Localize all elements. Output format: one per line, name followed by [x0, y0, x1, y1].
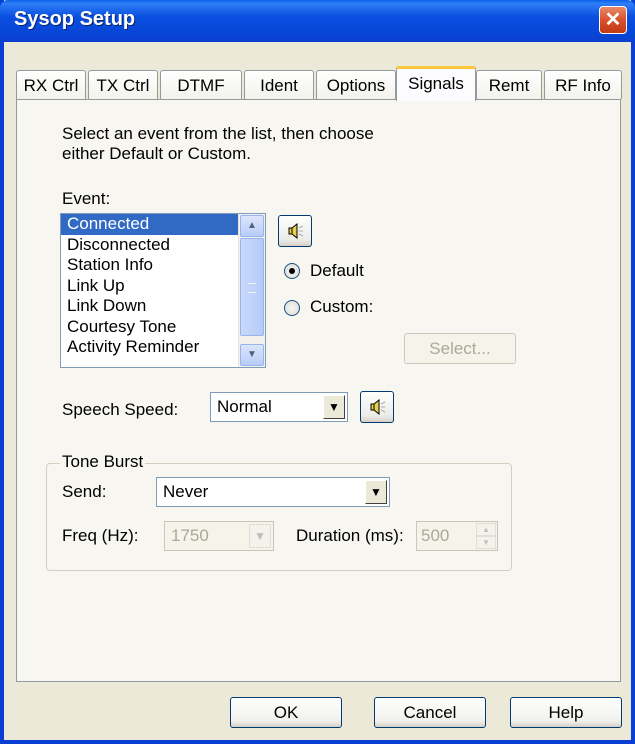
list-item[interactable]: Courtesy Tone: [61, 317, 265, 338]
cancel-button[interactable]: Cancel: [374, 697, 486, 728]
instructions-line-1: Select an event from the list, then choo…: [62, 124, 374, 143]
close-button[interactable]: ✕: [599, 6, 627, 34]
list-item[interactable]: Link Up: [61, 276, 265, 297]
speaker-icon: [370, 399, 386, 415]
tab-options[interactable]: Options: [316, 70, 396, 99]
send-value: Never: [163, 482, 209, 501]
grip-icon: [248, 283, 256, 293]
speech-speed-select[interactable]: Normal ▼: [210, 392, 348, 422]
tone-burst-label: Tone Burst: [60, 452, 146, 472]
freq-select[interactable]: 1750 ▼: [164, 521, 274, 551]
instructions-line-2: either Default or Custom.: [62, 144, 251, 163]
duration-label: Duration (ms):: [296, 526, 404, 545]
ok-button[interactable]: OK: [230, 697, 342, 728]
speaker-icon: [288, 223, 304, 239]
custom-radio[interactable]: [284, 300, 300, 316]
event-list-scrollbar[interactable]: ▲ ▼: [238, 214, 265, 367]
duration-spinner[interactable]: 500 ▲ ▼: [416, 521, 498, 551]
scroll-down-button[interactable]: ▼: [240, 344, 264, 366]
tab-rx-ctrl[interactable]: RX Ctrl: [16, 70, 86, 99]
list-item[interactable]: Connected: [61, 214, 265, 235]
close-icon: ✕: [604, 9, 622, 31]
help-button[interactable]: Help: [510, 697, 622, 728]
tab-remt[interactable]: Remt: [476, 70, 542, 99]
tab-signals[interactable]: Signals: [396, 66, 476, 101]
chevron-down-icon[interactable]: ▼: [365, 480, 387, 504]
speech-speed-value: Normal: [217, 397, 272, 416]
list-item[interactable]: Station Info: [61, 255, 265, 276]
chevron-up-icon: ▲: [247, 220, 257, 231]
title-bar[interactable]: Sysop Setup ✕: [0, 0, 635, 42]
chevron-down-icon: ▼: [247, 349, 257, 360]
list-item[interactable]: Disconnected: [61, 235, 265, 256]
list-item[interactable]: Activity Reminder: [61, 337, 265, 358]
list-item[interactable]: Link Down: [61, 296, 265, 317]
spin-up-icon[interactable]: ▲: [476, 523, 496, 536]
select-button[interactable]: Select...: [404, 333, 516, 364]
play-speech-button[interactable]: [360, 391, 394, 423]
freq-label: Freq (Hz):: [62, 526, 139, 545]
tab-ident[interactable]: Ident: [244, 70, 314, 99]
speech-speed-label: Speech Speed:: [62, 400, 179, 419]
tab-rf-info[interactable]: RF Info: [544, 70, 622, 99]
chevron-down-icon[interactable]: ▼: [249, 524, 271, 548]
send-select[interactable]: Never ▼: [156, 477, 390, 507]
tab-dtmf[interactable]: DTMF: [160, 70, 242, 99]
window-title: Sysop Setup: [14, 8, 136, 30]
duration-value: 500: [421, 526, 450, 545]
custom-radio-label: Custom:: [310, 297, 374, 316]
play-event-sound-button[interactable]: [278, 215, 312, 247]
signals-panel: [16, 99, 621, 682]
default-radio[interactable]: [284, 263, 300, 279]
send-label: Send:: [62, 482, 107, 501]
tab-tx-ctrl[interactable]: TX Ctrl: [88, 70, 158, 99]
event-list[interactable]: Connected Disconnected Station Info Link…: [60, 213, 266, 368]
chevron-down-icon[interactable]: ▼: [323, 395, 345, 419]
spin-down-icon[interactable]: ▼: [476, 536, 496, 549]
scroll-thumb[interactable]: [240, 238, 264, 336]
scroll-up-button[interactable]: ▲: [240, 215, 264, 237]
default-radio-label: Default: [310, 261, 364, 280]
freq-value: 1750: [171, 526, 209, 545]
event-label: Event:: [62, 189, 111, 208]
